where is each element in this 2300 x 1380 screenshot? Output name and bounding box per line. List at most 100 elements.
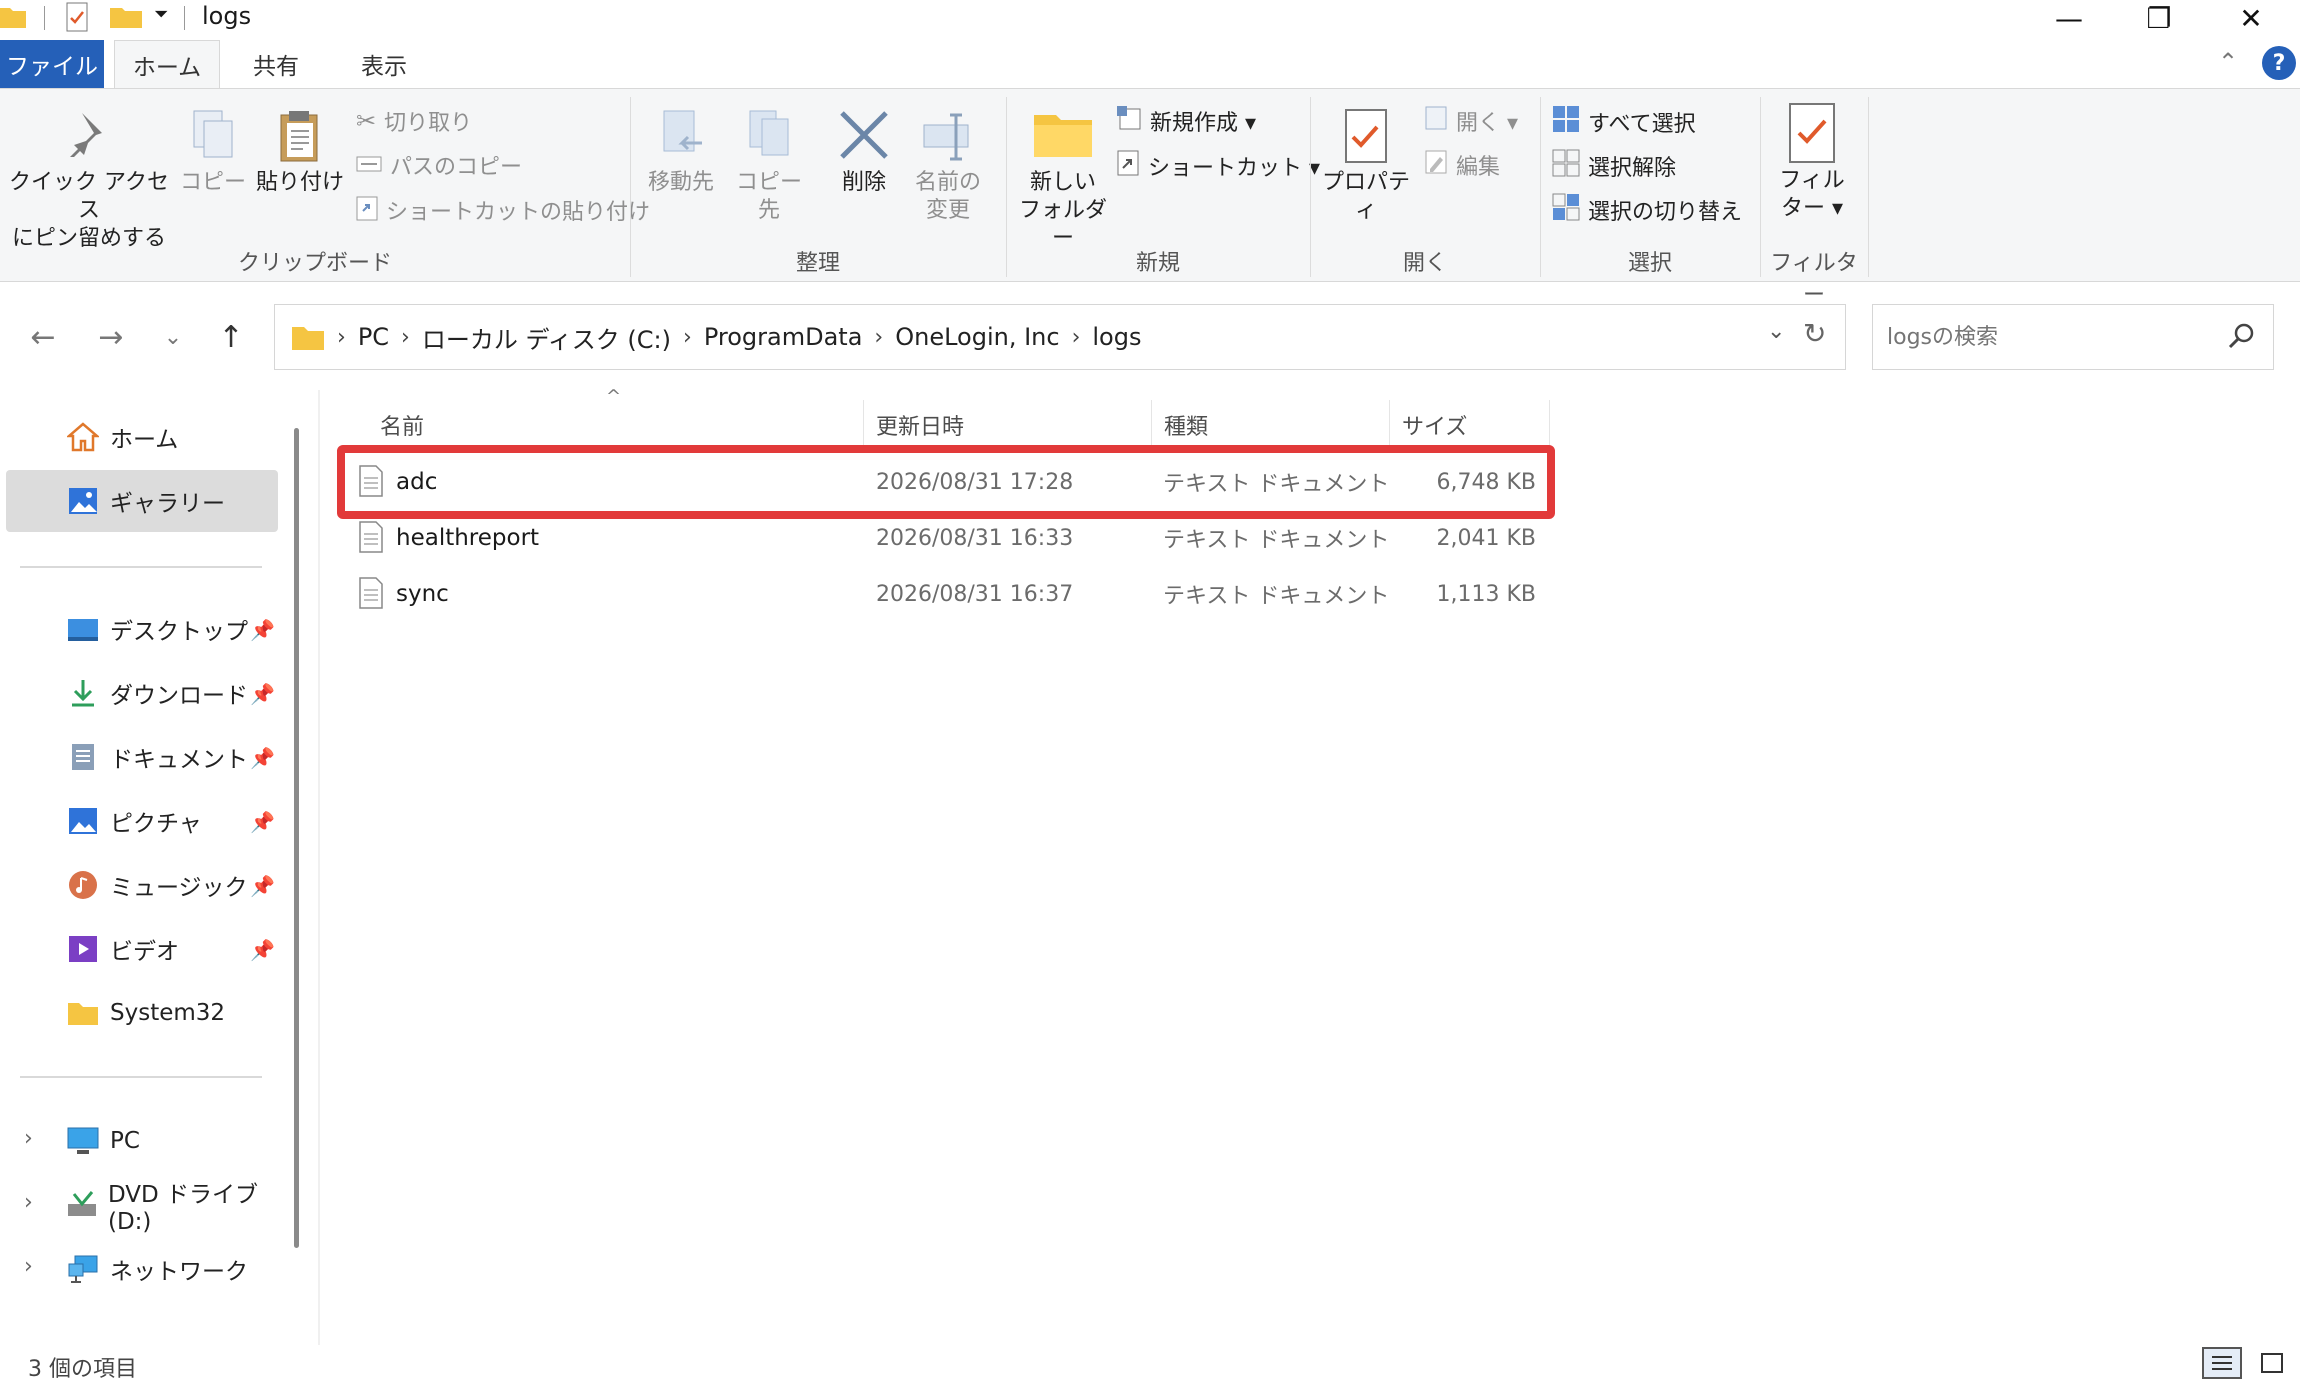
filter-group-label: フィルター: [1770, 251, 1858, 308]
rename-button[interactable]: 名前の 変更: [906, 107, 990, 225]
help-icon[interactable]: ?: [2262, 46, 2296, 80]
select-none-button[interactable]: 選択解除: [1552, 149, 1676, 183]
breadcrumb-separator[interactable]: ›: [874, 325, 883, 350]
search-icon[interactable]: [2227, 321, 2257, 355]
pin-icon[interactable]: 📌: [250, 874, 275, 898]
customize-quick-access-icon[interactable]: ⏷: [154, 4, 168, 25]
breadcrumb-separator[interactable]: ›: [1072, 325, 1081, 350]
sidebar-item-network[interactable]: › ネットワーク: [0, 1238, 280, 1300]
edit-icon: [1424, 149, 1448, 181]
tab-share[interactable]: 共有: [226, 40, 326, 88]
copy-path-button[interactable]: パスのコピー: [356, 149, 522, 181]
pin-icon[interactable]: 📌: [250, 746, 275, 770]
breadcrumb-separator[interactable]: ›: [683, 325, 692, 350]
column-header-name[interactable]: 名前: [372, 400, 864, 450]
close-button[interactable]: ✕: [2206, 0, 2296, 36]
sidebar-item-dvd-drive[interactable]: › DVD ドライブ (D:): [0, 1174, 280, 1236]
sidebar-item-system32[interactable]: System32: [0, 982, 280, 1044]
properties-button[interactable]: プロパティ: [1314, 107, 1418, 225]
breadcrumb-separator[interactable]: ›: [401, 325, 410, 350]
filter-button[interactable]: フィル ター ▾: [1764, 101, 1860, 223]
pin-quick-access-button[interactable]: クイック アクセス にピン留めする: [6, 107, 172, 253]
copy-button[interactable]: コピー: [178, 107, 248, 197]
refresh-icon[interactable]: ↻: [1803, 317, 1826, 350]
back-button[interactable]: ←: [20, 314, 66, 360]
sidebar-item-gallery[interactable]: ギャラリー: [6, 470, 278, 532]
edit-button[interactable]: 編集: [1424, 149, 1500, 181]
document-icon: [66, 740, 100, 774]
sidebar-item-desktop[interactable]: デスクトップ 📌: [0, 598, 280, 660]
open-group-label: 開く: [1402, 251, 1447, 276]
select-all-button[interactable]: すべて選択: [1552, 105, 1696, 139]
search-input[interactable]: [1887, 319, 2207, 355]
new-folder-button[interactable]: 新しい フォルダー: [1010, 107, 1116, 253]
column-header-date[interactable]: 更新日時: [868, 400, 1152, 450]
pin-icon[interactable]: 📌: [250, 618, 275, 642]
column-header-type[interactable]: 種類: [1156, 400, 1390, 450]
expand-chevron-icon[interactable]: ›: [24, 1126, 33, 1151]
details-view-icon: [2212, 1356, 2232, 1370]
large-icons-view-button[interactable]: [2252, 1347, 2292, 1379]
sidebar-item-music[interactable]: ミュージック 📌: [0, 854, 280, 916]
up-button[interactable]: ↑: [208, 314, 254, 360]
new-item-button[interactable]: 新規作成 ▾: [1116, 105, 1256, 137]
new-folder-quick-icon[interactable]: [110, 4, 142, 32]
tab-file[interactable]: ファイル: [0, 40, 104, 88]
sidebar-item-documents[interactable]: ドキュメント 📌: [0, 726, 280, 788]
expand-chevron-icon[interactable]: ›: [24, 1190, 33, 1215]
open-button[interactable]: 開く ▾: [1424, 105, 1518, 137]
folder-icon: [0, 4, 26, 32]
file-row[interactable]: sync 2026/08/31 16:37 テキスト ドキュメント 1,113 …: [340, 566, 1550, 622]
breadcrumb-separator[interactable]: ›: [337, 325, 346, 350]
easy-access-shortcut-button[interactable]: ショートカット ▾: [1116, 149, 1320, 183]
paste-shortcut-button[interactable]: ショートカットの貼り付け: [356, 193, 650, 227]
pin-icon[interactable]: 📌: [250, 938, 275, 962]
tab-view[interactable]: 表示: [334, 40, 434, 88]
expand-chevron-icon[interactable]: ›: [24, 1254, 33, 1279]
large-icons-view-icon: [2261, 1353, 2283, 1373]
pin-icon[interactable]: 📌: [250, 810, 275, 834]
minimize-button[interactable]: —: [2024, 0, 2114, 36]
dvd-icon: [66, 1188, 98, 1222]
sidebar-scrollbar-thumb[interactable]: [294, 428, 299, 1248]
paste-button[interactable]: 貼り付け: [254, 107, 346, 197]
rename-icon: [906, 107, 990, 169]
collapse-ribbon-icon[interactable]: ⌃: [2218, 48, 2238, 76]
navigation-pane: ホーム ギャラリー デスクトップ 📌 ダウンロード 📌 ドキュメント 📌 ピクチ…: [0, 390, 296, 1345]
sidebar-item-downloads[interactable]: ダウンロード 📌: [0, 662, 280, 724]
pane-divider[interactable]: [318, 390, 320, 1345]
details-view-button[interactable]: [2202, 1347, 2242, 1379]
address-history-dropdown-icon[interactable]: ⌄: [1767, 319, 1785, 344]
search-box[interactable]: [1872, 304, 2274, 370]
paste-icon: [254, 107, 346, 169]
breadcrumb-local-disk[interactable]: ローカル ディスク (C:): [422, 320, 671, 355]
maximize-button[interactable]: ❐: [2114, 0, 2204, 36]
invert-selection-button[interactable]: 選択の切り替え: [1552, 193, 1742, 227]
pin-icon[interactable]: 📌: [250, 682, 275, 706]
breadcrumb-logs[interactable]: logs: [1092, 323, 1141, 351]
sidebar-item-pictures[interactable]: ピクチャ 📌: [0, 790, 280, 852]
breadcrumb-programdata[interactable]: ProgramData: [704, 323, 863, 351]
pin-icon: [6, 107, 172, 169]
sidebar-item-videos[interactable]: ビデオ 📌: [0, 918, 280, 980]
forward-button[interactable]: →: [88, 314, 134, 360]
delete-button[interactable]: 削除: [826, 107, 902, 197]
column-header-size[interactable]: サイズ: [1394, 400, 1550, 450]
tab-home[interactable]: ホーム: [114, 40, 220, 88]
select-group-label: 選択: [1627, 251, 1672, 276]
sidebar-item-label: ダウンロード: [110, 683, 248, 709]
breadcrumb-pc[interactable]: PC: [358, 323, 389, 351]
filter-label-2: ター ▾: [1780, 196, 1844, 221]
properties-quick-icon[interactable]: [66, 2, 88, 36]
breadcrumb-onelogin[interactable]: OneLogin, Inc: [895, 323, 1059, 351]
desktop-icon: [66, 612, 100, 646]
file-date: 2026/08/31 16:33: [876, 525, 1074, 551]
copy-to-button[interactable]: コピー先: [726, 107, 812, 225]
sidebar-scrollbar-track[interactable]: [281, 390, 317, 1345]
cut-button[interactable]: ✂ 切り取り: [356, 105, 472, 137]
move-to-button[interactable]: 移動先: [638, 107, 724, 197]
sidebar-item-home[interactable]: ホーム: [0, 406, 280, 468]
sidebar-item-pc[interactable]: › PC: [0, 1110, 280, 1172]
recent-locations-button[interactable]: ⌄: [150, 314, 196, 360]
address-bar[interactable]: › PC › ローカル ディスク (C:) › ProgramData › On…: [274, 304, 1846, 370]
